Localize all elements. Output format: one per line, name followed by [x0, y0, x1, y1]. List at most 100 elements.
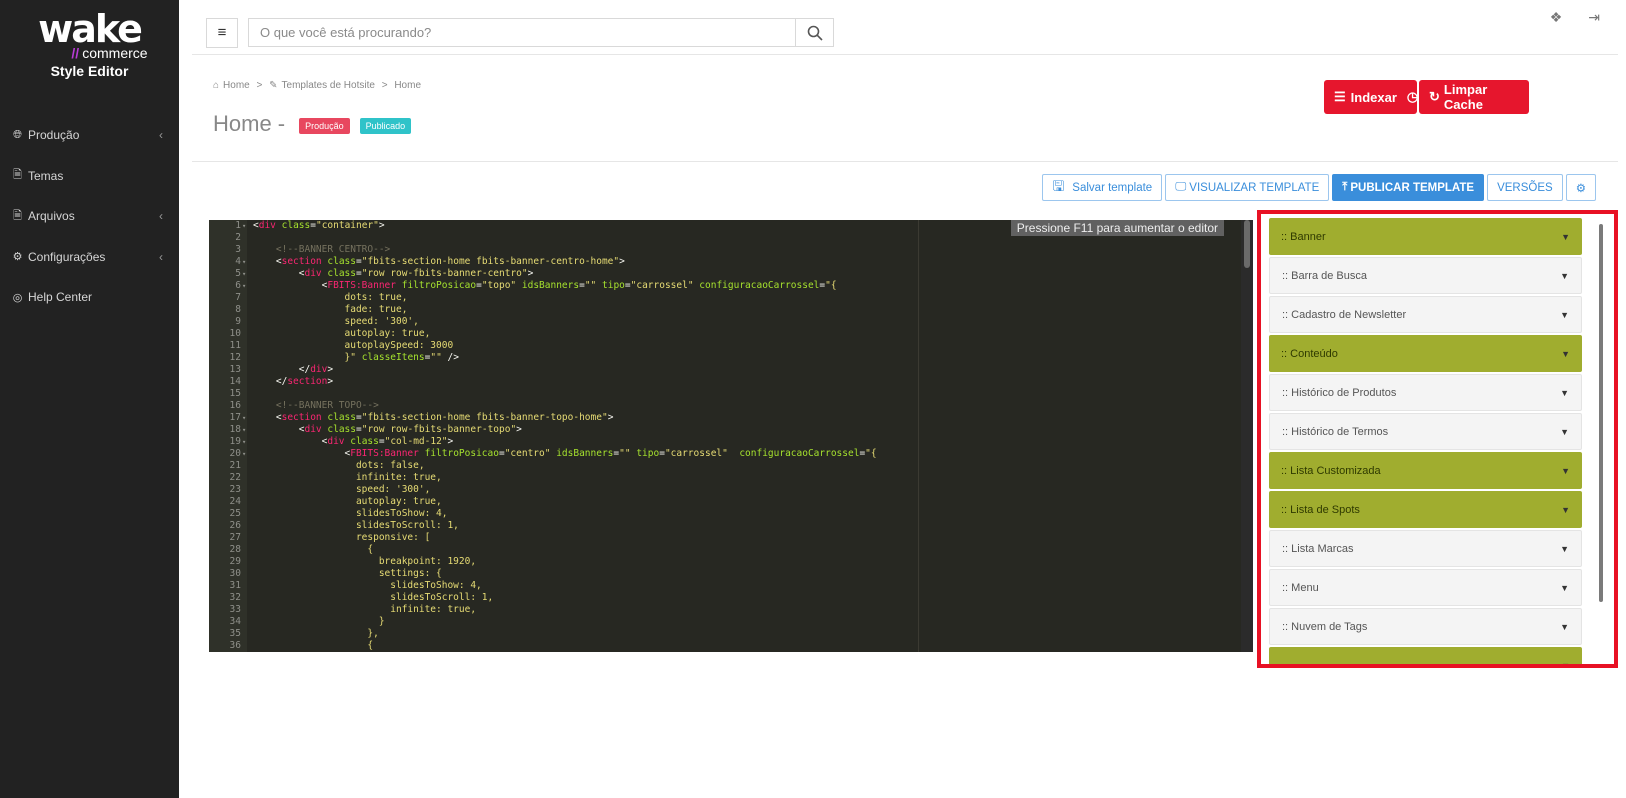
- component-item[interactable]: ▼: [1269, 647, 1582, 664]
- line-number: 19: [229, 436, 241, 447]
- code-line[interactable]: 19 ▾ <div class="col-md-12">: [209, 436, 1239, 448]
- code-line[interactable]: 26 slidesToScroll: 1,: [209, 520, 1239, 532]
- fold-arrow-icon[interactable]: ▾: [242, 424, 246, 436]
- sidebar-item-temas[interactable]: 🗎 Temas: [0, 156, 179, 197]
- fold-arrow-icon[interactable]: ▾: [242, 436, 246, 448]
- caret-down-icon: ▼: [1560, 543, 1569, 554]
- code-line[interactable]: 23 speed: '300',: [209, 484, 1239, 496]
- code-text: slidesToShow: 4,: [253, 580, 482, 591]
- fold-arrow-icon[interactable]: ▾: [242, 448, 246, 460]
- code-line[interactable]: 4 ▾ <section class="fbits-section-home fb…: [209, 256, 1239, 268]
- code-line[interactable]: 5 ▾ <div class="row row-fbits-banner-cent…: [209, 268, 1239, 280]
- code-line[interactable]: 12 }" classeItens="" />: [209, 352, 1239, 364]
- component-item[interactable]: :: Banner ▼: [1269, 218, 1582, 255]
- code-line[interactable]: 36 {: [209, 640, 1239, 652]
- sidebar-item-help-center[interactable]: ◎ Help Center: [0, 277, 179, 318]
- code-line[interactable]: 27 responsive: [: [209, 532, 1239, 544]
- component-item[interactable]: :: Histórico de Termos ▼: [1269, 413, 1582, 450]
- component-item[interactable]: :: Lista Customizada ▼: [1269, 452, 1582, 489]
- chevron-left-icon: ‹: [159, 209, 163, 224]
- save-template-button[interactable]: 🖫︎ Salvar template: [1042, 174, 1163, 201]
- component-item[interactable]: :: Histórico de Produtos ▼: [1269, 374, 1582, 411]
- component-item[interactable]: :: Conteúdo ▼: [1269, 335, 1582, 372]
- code-line[interactable]: 13 </div>: [209, 364, 1239, 376]
- code-line[interactable]: 9 speed: '300',: [209, 316, 1239, 328]
- code-text: <div class="row row-fbits-banner-centro"…: [253, 268, 534, 279]
- code-line[interactable]: 6 ▾ <FBITS:Banner filtroPosicao="topo" id…: [209, 280, 1239, 292]
- sidebar-item-arquivos[interactable]: 🗎 Arquivos ‹: [0, 196, 179, 237]
- clock-icon: ◷: [1406, 89, 1419, 104]
- caret-down-icon: ▼: [1560, 582, 1569, 593]
- publish-template-button[interactable]: ⤒ PUBLICAR TEMPLATE: [1332, 174, 1485, 201]
- component-item[interactable]: :: Menu ▼: [1269, 569, 1582, 606]
- clear-cache-button[interactable]: ↻ Limpar Cache: [1419, 80, 1529, 114]
- caret-down-icon: ▼: [1560, 621, 1569, 632]
- index-button[interactable]: ☰ Indexar ◷: [1324, 80, 1419, 114]
- code-line[interactable]: 31 slidesToShow: 4,: [209, 580, 1239, 592]
- line-number: 33: [229, 604, 241, 615]
- code-line[interactable]: 28 {: [209, 544, 1239, 556]
- settings-button[interactable]: ⚙: [1565, 174, 1596, 201]
- code-line[interactable]: 21 dots: false,: [209, 460, 1239, 472]
- fold-arrow-icon[interactable]: ▾: [242, 268, 246, 280]
- code-line[interactable]: 22 infinite: true,: [209, 472, 1239, 484]
- code-line[interactable]: 8 fade: true,: [209, 304, 1239, 316]
- code-line[interactable]: 20 ▾ <FBITS:Banner filtroPosicao="centro"…: [209, 448, 1239, 460]
- code-line[interactable]: 17 ▾ <section class="fbits-section-home f…: [209, 412, 1239, 424]
- code-line[interactable]: 35 },: [209, 628, 1239, 640]
- code-editor[interactable]: 1 ▾ <div class="container"> 2 3 <!--BANNER C…: [209, 220, 1253, 652]
- cubes-icon[interactable]: ❖: [1550, 9, 1563, 26]
- fold-arrow-icon[interactable]: ▾: [242, 412, 246, 424]
- code-text: dots: false,: [253, 460, 425, 471]
- sign-out-icon[interactable]: ⇥: [1588, 9, 1600, 26]
- components-panel: :: Banner ▼:: Barra de Busca ▼:: Cadastro …: [1257, 210, 1618, 668]
- search-button[interactable]: [795, 19, 833, 46]
- breadcrumb-templates[interactable]: Templates de Hotsite: [282, 80, 375, 91]
- component-item[interactable]: :: Lista Marcas ▼: [1269, 530, 1582, 567]
- breadcrumb-home[interactable]: Home: [223, 80, 250, 91]
- code-text: infinite: true,: [253, 472, 442, 483]
- code-line[interactable]: 14 </section>: [209, 376, 1239, 388]
- fold-arrow-icon[interactable]: ▾: [242, 220, 246, 232]
- components-scrollbar[interactable]: [1599, 224, 1603, 602]
- component-label: :: Conteúdo: [1281, 347, 1338, 360]
- code-line[interactable]: 11 autoplaySpeed: 3000: [209, 340, 1239, 352]
- versions-button[interactable]: VERSÕES: [1487, 174, 1563, 201]
- search-icon: [807, 25, 823, 41]
- sidebar-item-producao[interactable]: 🌐︎ Produção ‹: [0, 115, 179, 156]
- component-item[interactable]: :: Nuvem de Tags ▼: [1269, 608, 1582, 645]
- code-line[interactable]: 25 slidesToShow: 4,: [209, 508, 1239, 520]
- fold-arrow-icon[interactable]: ▾: [242, 256, 246, 268]
- sidebar-item-label: Configurações: [28, 249, 106, 264]
- code-line[interactable]: 24 autoplay: true,: [209, 496, 1239, 508]
- menu-toggle-button[interactable]: ≡: [206, 18, 238, 48]
- line-number: 21: [229, 460, 241, 471]
- code-line[interactable]: 34 }: [209, 616, 1239, 628]
- code-line[interactable]: 30 settings: {: [209, 568, 1239, 580]
- component-label: :: Lista de Spots: [1281, 503, 1360, 516]
- code-line[interactable]: 7 dots: true,: [209, 292, 1239, 304]
- component-item[interactable]: :: Cadastro de Newsletter ▼: [1269, 296, 1582, 333]
- line-number: 2: [235, 232, 241, 243]
- code-line[interactable]: 10 autoplay: true,: [209, 328, 1239, 340]
- logo[interactable]: wake //commerce Style Editor: [0, 10, 179, 79]
- editor-scrollbar-thumb[interactable]: [1244, 220, 1250, 268]
- code-text: autoplay: true,: [253, 328, 431, 339]
- sidebar-item-configuracoes[interactable]: ⚙ Configurações ‹: [0, 237, 179, 278]
- line-number: 16: [229, 400, 241, 411]
- code-line[interactable]: 3 <!--BANNER CENTRO-->: [209, 244, 1239, 256]
- code-line[interactable]: 32 slidesToScroll: 1,: [209, 592, 1239, 604]
- code-line[interactable]: 18 ▾ <div class="row row-fbits-banner-top…: [209, 424, 1239, 436]
- component-item[interactable]: :: Barra de Busca ▼: [1269, 257, 1582, 294]
- status-badge: Publicado: [359, 118, 412, 134]
- component-item[interactable]: :: Lista de Spots ▼: [1269, 491, 1582, 528]
- code-line[interactable]: 15: [209, 388, 1239, 400]
- fold-arrow-icon[interactable]: ▾: [242, 280, 246, 292]
- code-line[interactable]: 33 infinite: true,: [209, 604, 1239, 616]
- sidebar-item-label: Temas: [28, 168, 64, 183]
- editor-scrollbar[interactable]: [1241, 220, 1253, 652]
- search-input[interactable]: [249, 19, 795, 46]
- code-line[interactable]: 16 <!--BANNER TOPO-->: [209, 400, 1239, 412]
- preview-template-button[interactable]: 🖵︎ VISUALIZAR TEMPLATE: [1165, 174, 1330, 201]
- code-line[interactable]: 29 breakpoint: 1920,: [209, 556, 1239, 568]
